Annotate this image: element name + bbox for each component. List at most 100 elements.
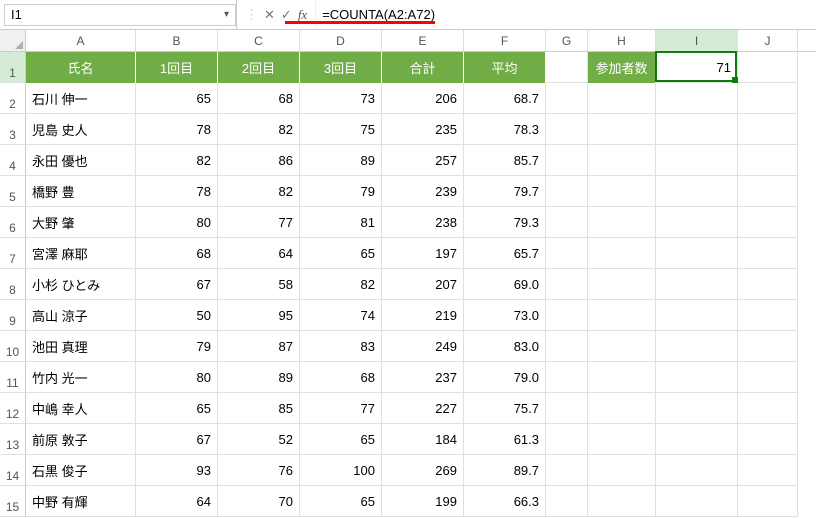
cell-name[interactable]: 宮澤 麻耶 — [26, 238, 136, 269]
cell-name[interactable]: 石黒 俊子 — [26, 455, 136, 486]
cell-empty[interactable] — [656, 486, 738, 517]
cell-round2[interactable]: 82 — [218, 114, 300, 145]
col-title-avg[interactable]: 平均 — [464, 52, 546, 83]
cell-avg[interactable]: 75.7 — [464, 393, 546, 424]
cell-empty[interactable] — [546, 455, 588, 486]
cell-total[interactable]: 235 — [382, 114, 464, 145]
cell-name[interactable]: 橋野 豊 — [26, 176, 136, 207]
cell-name[interactable]: 永田 優也 — [26, 145, 136, 176]
cell-name[interactable]: 竹内 光一 — [26, 362, 136, 393]
cell-total[interactable]: 269 — [382, 455, 464, 486]
cell-name[interactable]: 中野 有輝 — [26, 486, 136, 517]
cell-empty[interactable] — [546, 238, 588, 269]
col-title-round3[interactable]: 3回目 — [300, 52, 382, 83]
cell-round1[interactable]: 93 — [136, 455, 218, 486]
cell-round3[interactable]: 65 — [300, 486, 382, 517]
row-header[interactable]: 10 — [0, 331, 26, 362]
col-header-H[interactable]: H — [588, 30, 656, 51]
cell-empty[interactable] — [656, 331, 738, 362]
cell-empty[interactable] — [588, 238, 656, 269]
cell-empty[interactable] — [656, 238, 738, 269]
col-title-round2[interactable]: 2回目 — [218, 52, 300, 83]
cell-avg[interactable]: 85.7 — [464, 145, 546, 176]
col-header-A[interactable]: A — [26, 30, 136, 51]
cell-name[interactable]: 中嶋 幸人 — [26, 393, 136, 424]
cell-empty[interactable] — [738, 207, 798, 238]
cell-round2[interactable]: 58 — [218, 269, 300, 300]
cell-empty[interactable] — [588, 300, 656, 331]
cell-round1[interactable]: 82 — [136, 145, 218, 176]
cell-empty[interactable] — [656, 207, 738, 238]
cell-total[interactable]: 249 — [382, 331, 464, 362]
row-header[interactable]: 9 — [0, 300, 26, 331]
row-header[interactable]: 12 — [0, 393, 26, 424]
row-header[interactable]: 8 — [0, 269, 26, 300]
cell-empty[interactable] — [546, 176, 588, 207]
cell-round3[interactable]: 65 — [300, 424, 382, 455]
cell-empty[interactable] — [656, 269, 738, 300]
cell-round3[interactable]: 65 — [300, 238, 382, 269]
col-title-name[interactable]: 氏名 — [26, 52, 136, 83]
col-title-participants[interactable]: 参加者数 — [588, 52, 656, 83]
cell-round2[interactable]: 87 — [218, 331, 300, 362]
cell-round1[interactable]: 65 — [136, 83, 218, 114]
cancel-icon[interactable]: ✕ — [264, 7, 275, 23]
col-header-G[interactable]: G — [546, 30, 588, 51]
cell-total[interactable]: 237 — [382, 362, 464, 393]
cell-total[interactable]: 199 — [382, 486, 464, 517]
cell-empty[interactable] — [588, 145, 656, 176]
cell-empty[interactable] — [546, 393, 588, 424]
cell-empty[interactable] — [738, 300, 798, 331]
cell-empty[interactable] — [588, 176, 656, 207]
cell-round1[interactable]: 67 — [136, 424, 218, 455]
cell-empty[interactable] — [546, 145, 588, 176]
cell-round3[interactable]: 79 — [300, 176, 382, 207]
cell-empty[interactable] — [738, 486, 798, 517]
cell-empty[interactable] — [588, 424, 656, 455]
select-all-corner[interactable] — [0, 30, 26, 51]
cell-empty[interactable] — [588, 362, 656, 393]
cell-round2[interactable]: 85 — [218, 393, 300, 424]
cell-round3[interactable]: 75 — [300, 114, 382, 145]
row-header[interactable]: 15 — [0, 486, 26, 517]
row-header[interactable]: 4 — [0, 145, 26, 176]
cell-round3[interactable]: 100 — [300, 455, 382, 486]
cell-empty[interactable] — [546, 83, 588, 114]
cell-empty[interactable] — [656, 424, 738, 455]
cell-empty[interactable] — [738, 393, 798, 424]
cell-empty[interactable] — [656, 393, 738, 424]
cell-empty[interactable] — [546, 362, 588, 393]
cell-total[interactable]: 197 — [382, 238, 464, 269]
cell-avg[interactable]: 66.3 — [464, 486, 546, 517]
cell-round3[interactable]: 82 — [300, 269, 382, 300]
cell-avg[interactable]: 79.0 — [464, 362, 546, 393]
name-box[interactable]: I1 ▾ — [4, 4, 236, 26]
cell-empty[interactable] — [656, 176, 738, 207]
cell-round1[interactable]: 68 — [136, 238, 218, 269]
col-header-C[interactable]: C — [218, 30, 300, 51]
cell-round2[interactable]: 76 — [218, 455, 300, 486]
cell-avg[interactable]: 79.3 — [464, 207, 546, 238]
col-header-F[interactable]: F — [464, 30, 546, 51]
cell-empty[interactable] — [738, 362, 798, 393]
chevron-down-icon[interactable]: ▾ — [224, 9, 229, 20]
cell-round2[interactable]: 52 — [218, 424, 300, 455]
cell-round2[interactable]: 86 — [218, 145, 300, 176]
cell-avg[interactable]: 68.7 — [464, 83, 546, 114]
cell-round1[interactable]: 64 — [136, 486, 218, 517]
cell-empty[interactable] — [546, 207, 588, 238]
cell-round3[interactable]: 73 — [300, 83, 382, 114]
cell-total[interactable]: 219 — [382, 300, 464, 331]
cell-empty[interactable] — [588, 331, 656, 362]
cell-name[interactable]: 児島 史人 — [26, 114, 136, 145]
cell-name[interactable]: 大野 肇 — [26, 207, 136, 238]
row-header[interactable]: 6 — [0, 207, 26, 238]
cell-name[interactable]: 石川 伸一 — [26, 83, 136, 114]
cell-total[interactable]: 184 — [382, 424, 464, 455]
cell-round1[interactable]: 78 — [136, 176, 218, 207]
row-header[interactable]: 3 — [0, 114, 26, 145]
cell-round2[interactable]: 70 — [218, 486, 300, 517]
cell-G1[interactable] — [546, 52, 588, 83]
cell-round3[interactable]: 74 — [300, 300, 382, 331]
cell-round2[interactable]: 64 — [218, 238, 300, 269]
